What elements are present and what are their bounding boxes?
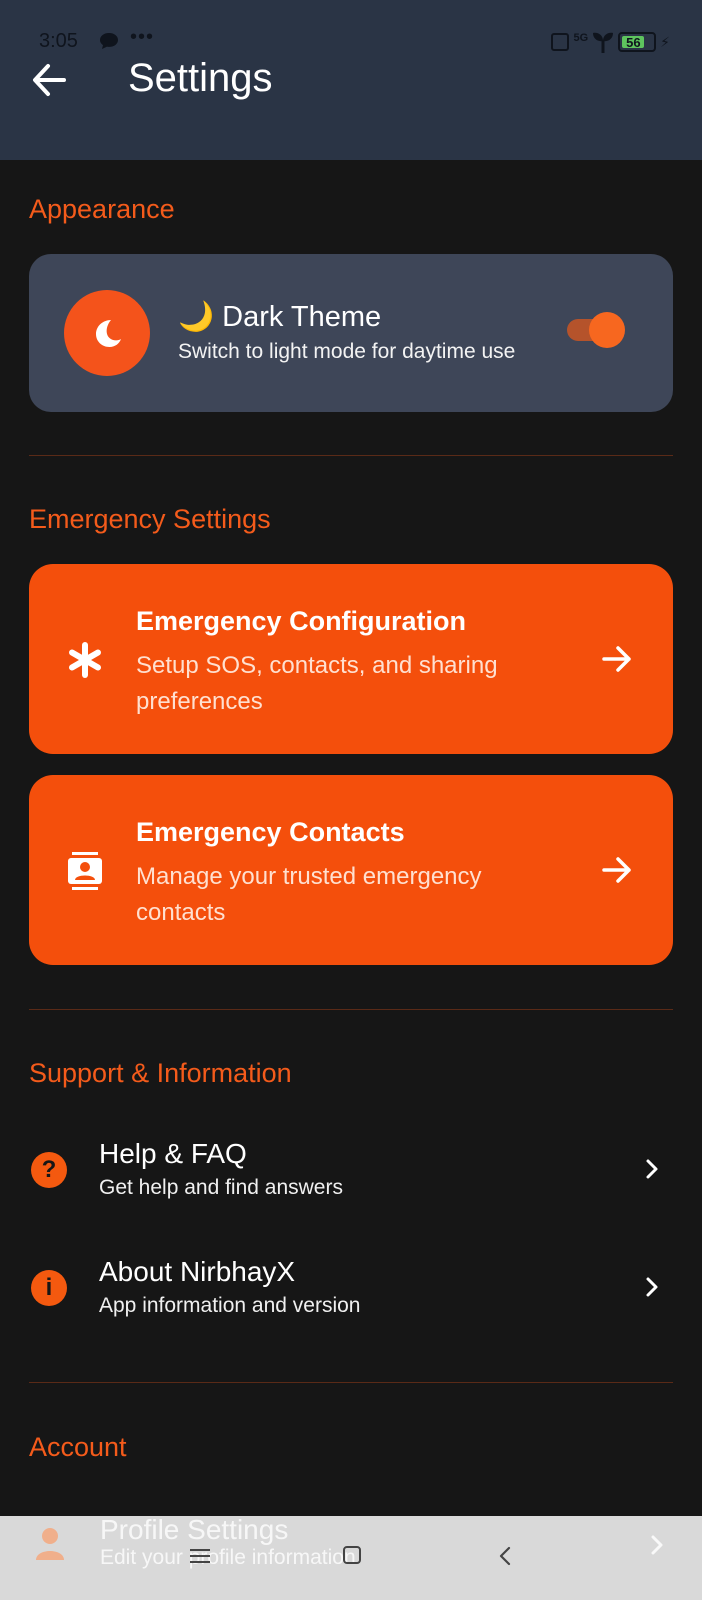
contacts-icon <box>68 852 102 890</box>
help-faq-item[interactable]: ? Help & FAQ Get help and find answers <box>29 1130 673 1210</box>
profile-settings-subtitle: Edit your profile information <box>100 1546 356 1569</box>
nav-back-icon[interactable] <box>498 1546 512 1566</box>
divider <box>29 455 673 456</box>
person-icon <box>36 1528 64 1560</box>
section-title-support: Support & Information <box>29 1058 292 1088</box>
item-title: Help & FAQ <box>99 1138 247 1169</box>
info-icon: i <box>31 1270 67 1306</box>
section-title-appearance: Appearance <box>29 194 175 224</box>
back-arrow-icon[interactable] <box>30 60 70 100</box>
about-item[interactable]: i About NirbhayX App information and ver… <box>29 1248 673 1328</box>
charging-icon: ⚡ <box>660 33 670 50</box>
theme-title: 🌙 Dark Theme <box>178 301 382 333</box>
sim-icon <box>551 33 570 51</box>
page-title: Settings <box>128 56 273 100</box>
card-title: Emergency Configuration <box>136 606 467 636</box>
battery-level: 56 <box>626 34 641 50</box>
theme-icon-circle <box>64 290 150 376</box>
moon-icon <box>96 320 121 347</box>
network-type: 5G <box>573 32 589 44</box>
asterisk-icon <box>69 642 101 678</box>
battery-icon: 56 <box>618 32 657 52</box>
arrow-right-icon <box>602 646 631 672</box>
toggle-knob <box>589 312 625 348</box>
status-more-icon: ••• <box>130 26 155 48</box>
theme-subtitle: Switch to light mode for daytime use <box>178 340 516 363</box>
section-title-account: Account <box>29 1432 127 1462</box>
card-subtitle: Setup SOS, contacts, and sharing prefere… <box>136 652 498 715</box>
section-title-emergency: Emergency Settings <box>29 504 271 534</box>
arrow-right-icon <box>602 857 631 883</box>
emergency-configuration-card[interactable]: Emergency Configuration Setup SOS, conta… <box>29 564 673 754</box>
card-title: Emergency Contacts <box>136 817 405 847</box>
eco-icon <box>593 32 614 53</box>
status-time: 3:05 <box>39 30 78 52</box>
message-icon <box>100 33 118 49</box>
item-title: About NirbhayX <box>99 1256 296 1287</box>
home-icon[interactable] <box>343 1546 361 1564</box>
dark-theme-toggle[interactable] <box>565 312 625 348</box>
divider <box>29 1009 673 1010</box>
divider <box>29 1382 673 1383</box>
app-header: 3:05 ••• 5G 56 ⚡ Settings <box>0 0 702 160</box>
profile-settings-title[interactable]: Profile Settings <box>100 1514 288 1546</box>
menu-icon[interactable] <box>189 1548 211 1564</box>
status-icons: 5G 56 ⚡ <box>551 30 670 54</box>
chevron-right-icon <box>646 1159 658 1179</box>
card-subtitle: Manage your trusted emergency contacts <box>136 863 482 926</box>
emergency-contacts-card[interactable]: Emergency Contacts Manage your trusted e… <box>29 775 673 965</box>
item-subtitle: App information and version <box>99 1294 361 1317</box>
item-subtitle: Get help and find answers <box>99 1176 343 1199</box>
chevron-right-icon <box>646 1277 658 1297</box>
question-icon: ? <box>31 1152 67 1188</box>
status-bar: 3:05 ••• 5G 56 ⚡ <box>0 26 702 58</box>
chevron-right-icon <box>651 1535 663 1555</box>
dark-theme-card[interactable]: 🌙 Dark Theme Switch to light mode for da… <box>29 254 673 412</box>
